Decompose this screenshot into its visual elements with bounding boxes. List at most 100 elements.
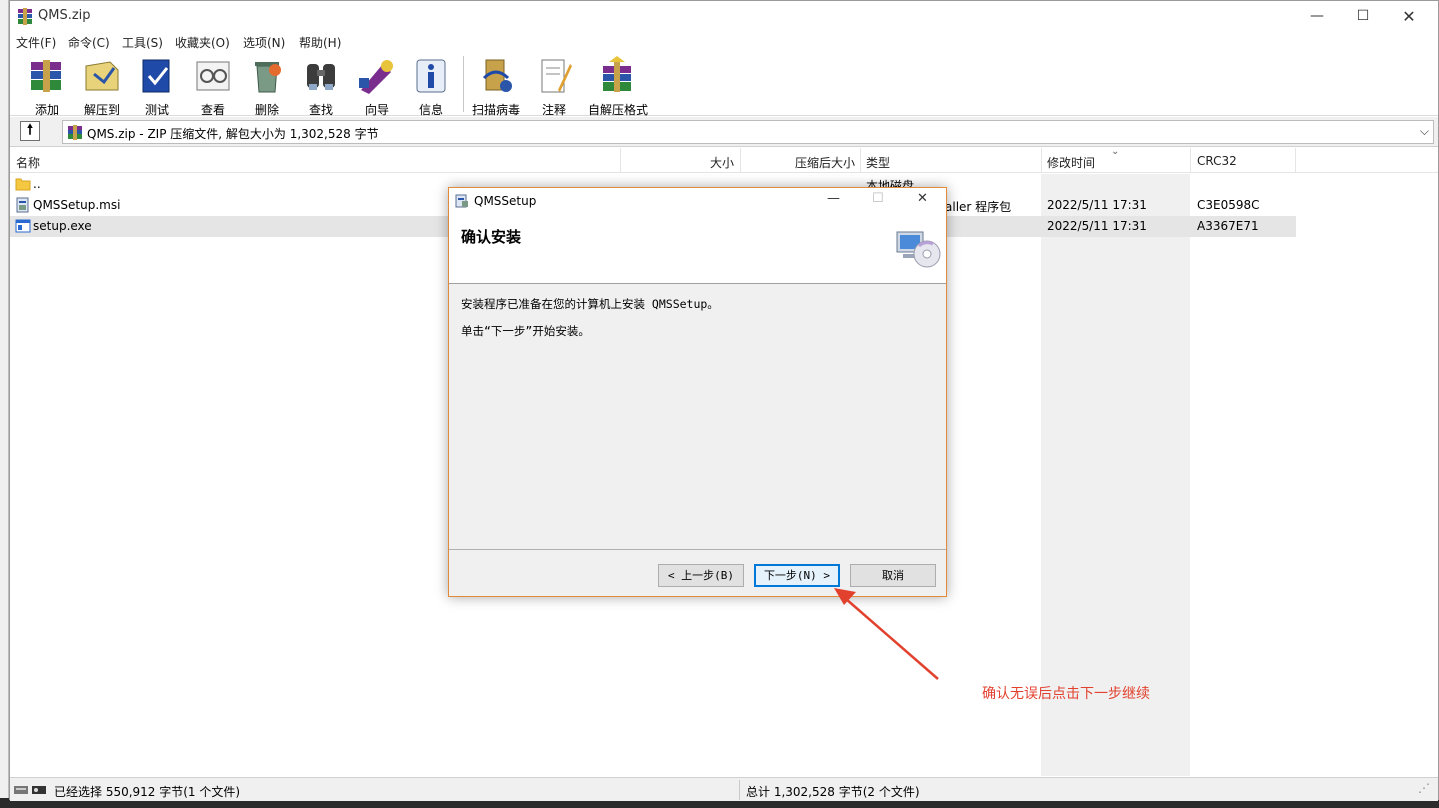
annotation-text: 确认无误后点击下一步继续 [982, 686, 1150, 702]
dialog-separator [449, 549, 946, 550]
title-bar: QMS.zip — ☐ ✕ [10, 1, 1438, 32]
file-type: aller 程序包 [945, 200, 1012, 214]
exe-file-icon [15, 219, 31, 233]
col-type[interactable]: 类型 [866, 154, 890, 171]
toolbar: 添加 解压到 测试 查看 删除 查找 向导 信息 扫描病毒 注释 自解压格式 [10, 52, 1438, 117]
annotation-arrow-icon [834, 588, 939, 680]
delete-icon [255, 62, 281, 93]
add-button[interactable]: 添加 [18, 56, 76, 117]
menu-tools[interactable]: 工具(S) [122, 34, 163, 51]
file-name: .. [33, 177, 41, 191]
dialog-maximize-button: ☐ [872, 191, 884, 206]
drive-key-icon [14, 786, 46, 794]
address-field[interactable]: QMS.zip - ZIP 压缩文件, 解包大小为 1,302,528 字节 ⌵ [62, 120, 1434, 144]
dialog-title: QMSSetup [474, 194, 537, 208]
comment-label: 注释 [541, 103, 566, 117]
chevron-down-icon[interactable]: ⌵ [1420, 124, 1429, 139]
delete-button[interactable]: 删除 [238, 56, 296, 117]
dialog-message-line2: 单击“下一步”开始安装。 [461, 324, 590, 338]
wizard-button[interactable]: 向导 [348, 56, 406, 117]
maximize-button[interactable]: ☐ [1340, 1, 1386, 32]
col-packed[interactable]: 压缩后大小 [795, 154, 855, 171]
view-button[interactable]: 查看 [184, 56, 242, 117]
up-arrow-icon: 🠕 [26, 122, 33, 138]
wizard-label: 向导 [364, 103, 389, 117]
virus-scan-icon [482, 59, 512, 92]
col-crc[interactable]: CRC32 [1197, 154, 1237, 168]
view-label: 查看 [200, 103, 225, 117]
wizard-icon [359, 60, 393, 94]
status-selected: 已经选择 550,912 字节(1 个文件) [54, 785, 241, 799]
menu-options[interactable]: 选项(N) [243, 34, 285, 51]
col-size[interactable]: 大小 [710, 154, 734, 171]
test-label: 测试 [144, 103, 169, 117]
sfx-label: 自解压格式 [588, 103, 649, 117]
window-title: QMS.zip [38, 8, 91, 23]
dialog-message-line1: 安装程序已准备在您的计算机上安装 QMSSetup。 [461, 297, 719, 311]
sfx-button[interactable]: 自解压格式 [588, 56, 648, 117]
computer-cd-icon [896, 231, 941, 268]
column-divider [1295, 148, 1296, 173]
info-button[interactable]: 信息 [402, 56, 460, 117]
zip-archive-icon [68, 125, 82, 140]
find-button[interactable]: 查找 [292, 56, 350, 117]
add-archive-icon [31, 60, 61, 92]
column-divider [740, 148, 741, 173]
extract-to-label: 解压到 [83, 103, 120, 117]
virus-scan-button[interactable]: 扫描病毒 [467, 56, 525, 117]
desktop-background [0, 0, 9, 808]
close-button[interactable]: ✕ [1386, 1, 1432, 32]
col-name[interactable]: 名称 [16, 154, 40, 171]
address-bar: 🠕 QMS.zip - ZIP 压缩文件, 解包大小为 1,302,528 字节… [10, 117, 1438, 147]
winrar-app-icon [18, 8, 32, 25]
dialog-heading: 确认安装 [461, 228, 522, 246]
address-text: QMS.zip - ZIP 压缩文件, 解包大小为 1,302,528 字节 [87, 127, 379, 141]
comment-button[interactable]: 注释 [525, 56, 583, 117]
info-label: 信息 [418, 103, 443, 117]
status-bar: 已经选择 550,912 字节(1 个文件) 总计 1,302,528 字节(2… [10, 777, 1438, 801]
column-divider [1041, 148, 1042, 173]
menu-commands[interactable]: 命令(C) [68, 34, 110, 51]
folder-icon [15, 178, 31, 191]
dialog-header: 确认安装 [449, 214, 946, 284]
file-name: setup.exe [33, 219, 92, 233]
up-folder-button[interactable]: 🠕 [20, 121, 40, 141]
minimize-button[interactable]: — [1294, 1, 1340, 32]
menu-favorites[interactable]: 收藏夹(O) [175, 34, 230, 51]
installer-icon [455, 194, 468, 208]
dialog-minimize-button[interactable]: — [827, 191, 840, 206]
back-button[interactable]: < 上一步(B) [658, 564, 744, 587]
toolbar-separator [463, 56, 464, 112]
find-label: 查找 [308, 103, 333, 117]
virus-scan-label: 扫描病毒 [471, 103, 520, 117]
test-button[interactable]: 测试 [128, 56, 186, 117]
status-total: 总计 1,302,528 字节(2 个文件) [746, 785, 920, 799]
comment-icon [541, 59, 572, 93]
dialog-close-button[interactable]: ✕ [917, 191, 928, 206]
sort-arrow-icon: ⌄ [1111, 146, 1120, 157]
menu-file[interactable]: 文件(F) [16, 34, 56, 51]
file-name: QMSSetup.msi [33, 198, 121, 212]
test-icon [142, 59, 170, 93]
col-modified[interactable]: 修改时间 [1047, 154, 1095, 171]
extract-to-button[interactable]: 解压到 [73, 56, 131, 117]
dialog-body: 安装程序已准备在您的计算机上安装 QMSSetup。 单击“下一步”开始安装。 [461, 296, 719, 350]
delete-label: 删除 [254, 103, 279, 117]
file-crc: A3367E71 [1197, 219, 1259, 233]
sfx-icon [603, 56, 631, 92]
file-modified: 2022/5/11 17:31 [1047, 219, 1147, 233]
column-divider [1190, 148, 1191, 173]
list-header: 名称 大小 压缩后大小 类型 修改时间 ⌄ CRC32 [10, 146, 1438, 173]
extract-to-icon [85, 61, 119, 91]
file-crc: C3E0598C [1197, 198, 1260, 212]
msi-file-icon [16, 197, 29, 213]
menu-help[interactable]: 帮助(H) [299, 34, 341, 51]
setup-dialog: QMSSetup — ☐ ✕ 确认安装 安装程序已准备在您的计算机上安装 QMS… [448, 187, 947, 597]
column-divider [620, 148, 621, 173]
dialog-title-bar: QMSSetup — ☐ ✕ [449, 188, 946, 214]
file-modified: 2022/5/11 17:31 [1047, 198, 1147, 212]
column-divider [860, 148, 861, 173]
menu-bar: 文件(F) 命令(C) 工具(S) 收藏夹(O) 选项(N) 帮助(H) [10, 32, 1438, 52]
resize-grip-icon[interactable]: ⋰ [1418, 781, 1430, 795]
info-icon [416, 59, 446, 93]
